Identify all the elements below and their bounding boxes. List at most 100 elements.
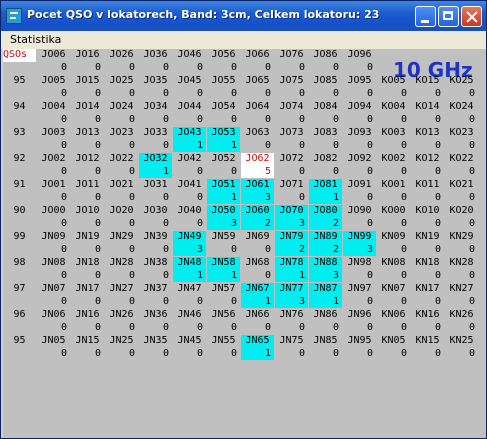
locator-cell[interactable]: KN07 0 (377, 283, 410, 308)
locator-cell[interactable]: JN19 0 (71, 231, 104, 256)
locator-cell[interactable]: KO21 0 (445, 179, 478, 204)
locator-cell[interactable]: JO95 0 (343, 75, 376, 100)
locator-cell[interactable]: KN29 0 (445, 231, 478, 256)
locator-cell[interactable]: JN35 0 (139, 335, 172, 360)
locator-cell[interactable]: JN27 0 (105, 283, 138, 308)
locator-cell[interactable]: 97 (3, 283, 36, 308)
locator-cell[interactable]: JO10 0 (71, 205, 104, 230)
locator-cell[interactable]: JO32 1 (139, 153, 172, 178)
locator-cell[interactable]: JO90 0 (343, 205, 376, 230)
locator-cell[interactable]: JO22 0 (105, 153, 138, 178)
locator-cell[interactable]: KN18 0 (411, 257, 444, 282)
locator-cell[interactable]: KO24 0 (445, 101, 478, 126)
locator-cell[interactable]: JN37 0 (139, 283, 172, 308)
locator-cell[interactable]: JO33 0 (139, 127, 172, 152)
locator-cell[interactable]: JN99 3 (343, 231, 376, 256)
locator-cell[interactable]: JO53 1 (207, 127, 240, 152)
locator-cell[interactable]: JO20 0 (105, 205, 138, 230)
locator-cell[interactable]: JN86 0 (309, 309, 342, 334)
locator-cell[interactable]: 94 (3, 101, 36, 126)
locator-cell[interactable]: JO65 0 (241, 75, 274, 100)
locator-cell[interactable]: KN27 0 (445, 283, 478, 308)
locator-cell[interactable]: JN57 0 (207, 283, 240, 308)
locator-cell[interactable]: JN16 0 (71, 309, 104, 334)
locator-cell[interactable]: JO60 2 (241, 205, 274, 230)
locator-cell[interactable]: JO73 0 (275, 127, 308, 152)
locator-cell[interactable]: JN65 1 (241, 335, 274, 360)
locator-cell[interactable]: JO75 0 (275, 75, 308, 100)
locator-cell[interactable]: JN77 3 (275, 283, 308, 308)
locator-cell[interactable]: JN96 0 (343, 309, 376, 334)
locator-cell[interactable]: JN76 0 (275, 309, 308, 334)
locator-cell[interactable]: KO03 0 (377, 127, 410, 152)
locator-cell[interactable]: JN56 0 (207, 309, 240, 334)
locator-cell[interactable]: JN26 0 (105, 309, 138, 334)
locator-cell[interactable]: JN39 0 (139, 231, 172, 256)
locator-cell[interactable]: JO82 0 (309, 153, 342, 178)
locator-cell[interactable]: KN28 0 (445, 257, 478, 282)
locator-cell[interactable]: KO13 0 (411, 127, 444, 152)
locator-cell[interactable]: JO03 0 (37, 127, 70, 152)
locator-cell[interactable]: JN79 2 (275, 231, 308, 256)
locator-cell[interactable]: JN28 0 (105, 257, 138, 282)
locator-cell[interactable]: JO05 0 (37, 75, 70, 100)
locator-cell[interactable]: JO92 0 (343, 153, 376, 178)
locator-cell[interactable]: JN38 0 (139, 257, 172, 282)
locator-cell[interactable]: JO00 0 (37, 205, 70, 230)
locator-cell[interactable]: JO16 0 (71, 49, 104, 74)
locator-cell[interactable]: JO81 1 (309, 179, 342, 204)
locator-cell[interactable]: JN17 0 (71, 283, 104, 308)
locator-cell[interactable]: JN29 0 (105, 231, 138, 256)
locator-cell[interactable]: JO96 0 (343, 49, 376, 74)
locator-cell[interactable]: KN25 0 (445, 335, 478, 360)
locator-cell[interactable]: KN17 0 (411, 283, 444, 308)
locator-cell[interactable]: KO22 0 (445, 153, 478, 178)
locator-cell[interactable]: JN06 0 (37, 309, 70, 334)
locator-cell[interactable]: JN69 0 (241, 231, 274, 256)
locator-cell[interactable]: JN59 0 (207, 231, 240, 256)
locator-cell[interactable]: JN08 0 (37, 257, 70, 282)
locator-cell[interactable]: JO84 0 (309, 101, 342, 126)
locator-cell[interactable]: KN06 0 (377, 309, 410, 334)
locator-cell[interactable]: JO70 3 (275, 205, 308, 230)
locator-cell[interactable]: JO46 0 (173, 49, 206, 74)
locator-cell[interactable]: KO10 0 (411, 205, 444, 230)
locator-cell[interactable]: JN87 1 (309, 283, 342, 308)
locator-cell[interactable]: KN08 0 (377, 257, 410, 282)
locator-cell[interactable]: JO83 0 (309, 127, 342, 152)
locator-cell[interactable]: JO80 2 (309, 205, 342, 230)
locator-cell[interactable]: KN15 0 (411, 335, 444, 360)
locator-cell[interactable]: 92 (3, 153, 36, 178)
locator-cell[interactable]: KN09 0 (377, 231, 410, 256)
locator-cell[interactable]: JN25 0 (105, 335, 138, 360)
locator-cell[interactable]: JO93 0 (343, 127, 376, 152)
locator-cell[interactable]: JN46 0 (173, 309, 206, 334)
locator-cell[interactable]: JO91 0 (343, 179, 376, 204)
locator-cell[interactable]: JO85 0 (309, 75, 342, 100)
locator-cell[interactable]: JO31 0 (139, 179, 172, 204)
locator-cell[interactable]: JO66 0 (241, 49, 274, 74)
locator-cell[interactable]: JO01 0 (37, 179, 70, 204)
locator-cell[interactable]: JO74 0 (275, 101, 308, 126)
locator-cell[interactable]: JO30 0 (139, 205, 172, 230)
locator-cell[interactable]: 91 (3, 179, 36, 204)
locator-cell[interactable]: JO64 0 (241, 101, 274, 126)
locator-cell[interactable]: 95 (3, 335, 36, 360)
locator-cell[interactable]: KO04 0 (377, 101, 410, 126)
locator-cell[interactable]: JO45 0 (173, 75, 206, 100)
locator-cell[interactable]: JO94 0 (343, 101, 376, 126)
locator-cell[interactable]: JO62 5 (241, 153, 274, 178)
locator-cell[interactable]: JN15 0 (71, 335, 104, 360)
locator-cell[interactable]: JN95 0 (343, 335, 376, 360)
locator-cell[interactable]: JN05 0 (37, 335, 70, 360)
locator-cell[interactable]: 95 (3, 75, 36, 100)
locator-cell[interactable]: JN97 0 (343, 283, 376, 308)
locator-cell[interactable]: JO04 0 (37, 101, 70, 126)
locator-cell[interactable]: JN07 0 (37, 283, 70, 308)
locator-cell[interactable]: JO34 0 (139, 101, 172, 126)
locator-cell[interactable]: JO52 0 (207, 153, 240, 178)
locator-cell[interactable]: JO40 0 (173, 205, 206, 230)
locator-cell[interactable]: KO05 0 (377, 75, 410, 100)
locator-cell[interactable]: JN18 0 (71, 257, 104, 282)
locator-cell[interactable]: JO43 1 (173, 127, 206, 152)
